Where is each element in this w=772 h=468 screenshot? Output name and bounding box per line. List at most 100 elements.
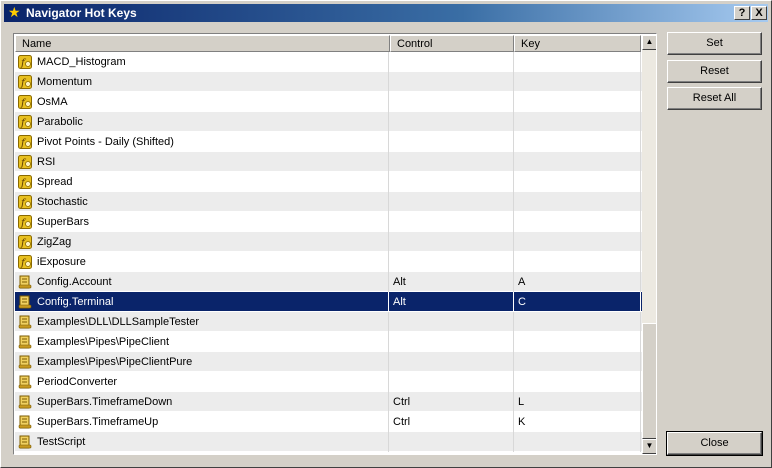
table-row[interactable]: f MACD_Histogram [15,52,642,72]
row-name-text: PeriodConverter [37,376,118,388]
script-icon [18,415,32,429]
table-row[interactable]: SuperBars.TimeframeDown Ctrl L [15,392,642,412]
row-name-text: Momentum [37,76,93,88]
row-control-cell [389,332,514,352]
row-control-cell [389,72,514,92]
reset-button[interactable]: Reset [667,60,762,83]
row-name-cell: f RSI [15,152,389,172]
row-control-cell [389,132,514,152]
row-name-cell: f Spread [15,172,389,192]
row-key-cell [514,332,641,352]
indicator-icon: f [18,75,32,89]
script-icon [18,275,32,289]
row-control-cell [389,52,514,72]
row-name-text: RSI [37,156,56,168]
table-row[interactable]: Examples\Pipes\PipeClientPure [15,352,642,372]
table-row[interactable]: f iExposure [15,252,642,272]
row-name-text: Examples\DLL\DLLSampleTester [37,316,200,328]
table-row[interactable]: Examples\DLL\DLLSampleTester [15,312,642,332]
table-row[interactable]: TestScript [15,432,642,452]
navigator-hotkeys-dialog: ★ Navigator Hot Keys ? X Name Control Ke… [0,0,772,468]
set-button[interactable]: Set [667,32,762,55]
hotkeys-list[interactable]: Name Control Key f MACD_Histogram f Momentu… [13,33,657,455]
table-row[interactable]: Examples\Pipes\PipeClient [15,332,642,352]
script-icon [18,395,32,409]
reset-all-button[interactable]: Reset All [667,87,762,110]
close-button[interactable]: Close [666,431,763,456]
table-row[interactable]: f OsMA [15,92,642,112]
row-name-text: ZigZag [37,236,72,248]
close-button-label: Close [700,437,729,449]
column-header-key[interactable]: Key [514,35,641,52]
indicator-icon: f [18,95,32,109]
row-control-cell: Ctrl [389,392,514,412]
table-row[interactable]: f ZigZag [15,232,642,252]
row-key-cell: L [514,392,641,412]
row-control-cell [389,312,514,332]
row-name-text: Parabolic [37,116,83,128]
row-control-cell [389,352,514,372]
table-row[interactable]: f SuperBars [15,212,642,232]
table-row[interactable]: PeriodConverter [15,372,642,392]
row-key-cell [514,432,641,452]
table-row[interactable]: Config.Terminal Alt C [15,292,642,312]
row-key-cell [514,152,641,172]
scroll-down-button[interactable]: ▼ [642,439,656,454]
star-icon: ★ [8,4,21,20]
row-name-cell: f SuperBars [15,212,389,232]
row-key-cell [514,372,641,392]
row-key-cell: C [514,292,641,312]
row-control-cell [389,192,514,212]
table-row[interactable]: f Parabolic [15,112,642,132]
row-name-cell: Config.Terminal [15,292,389,312]
indicator-icon: f [18,55,32,69]
table-row[interactable]: f Pivot Points - Daily (Shifted) [15,132,642,152]
row-name-text: OsMA [37,96,68,108]
scroll-thumb[interactable] [642,323,656,439]
table-row[interactable]: f Spread [15,172,642,192]
vertical-scrollbar[interactable]: ▲ ▼ [642,35,656,454]
table-row[interactable]: SuperBars.TimeframeUp Ctrl K [15,412,642,432]
row-control-cell [389,172,514,192]
row-name-cell: PeriodConverter [15,372,389,392]
table-row[interactable]: Config.Account Alt A [15,272,642,292]
table-row[interactable]: f Momentum [15,72,642,92]
row-name-text: SuperBars.TimeframeUp [37,416,159,428]
column-header-control[interactable]: Control [390,35,514,52]
row-name-cell: f iExposure [15,252,389,272]
table-row[interactable]: f RSI [15,152,642,172]
list-rows: f MACD_Histogram f Momentum f OsMA f Parabolic f… [15,52,642,454]
row-name-cell: f Parabolic [15,112,389,132]
indicator-icon: f [18,115,32,129]
row-key-cell [514,232,641,252]
row-control-cell [389,112,514,132]
indicator-icon: f [18,135,32,149]
row-name-text: iExposure [37,256,86,268]
row-name-cell: TestScript [15,432,389,452]
help-button[interactable]: ? [734,6,750,20]
row-control-cell [389,212,514,232]
row-name-cell: SuperBars.TimeframeDown [15,392,389,412]
script-icon [18,435,32,449]
scroll-up-button[interactable]: ▲ [642,35,656,50]
row-name-cell: f Pivot Points - Daily (Shifted) [15,132,389,152]
row-control-cell [389,232,514,252]
table-row[interactable]: f Stochastic [15,192,642,212]
row-key-cell [514,252,641,272]
row-name-text: Examples\Pipes\PipeClient [37,336,170,348]
script-icon [18,355,32,369]
row-control-cell [389,152,514,172]
title-bar[interactable]: ★ Navigator Hot Keys ? X [4,4,768,22]
row-control-cell: Alt [389,272,514,292]
row-name-cell: SuperBars.TimeframeUp [15,412,389,432]
script-icon [18,295,32,309]
row-name-text: Stochastic [37,196,88,208]
row-key-cell [514,132,641,152]
window-title: Navigator Hot Keys [26,6,137,20]
list-header: Name Control Key [15,35,641,52]
row-key-cell: K [514,412,641,432]
title-close-button[interactable]: X [751,6,767,20]
column-header-name[interactable]: Name [15,35,390,52]
row-name-cell: Examples\Pipes\PipeClientPure [15,352,389,372]
row-name-text: Spread [37,176,73,188]
